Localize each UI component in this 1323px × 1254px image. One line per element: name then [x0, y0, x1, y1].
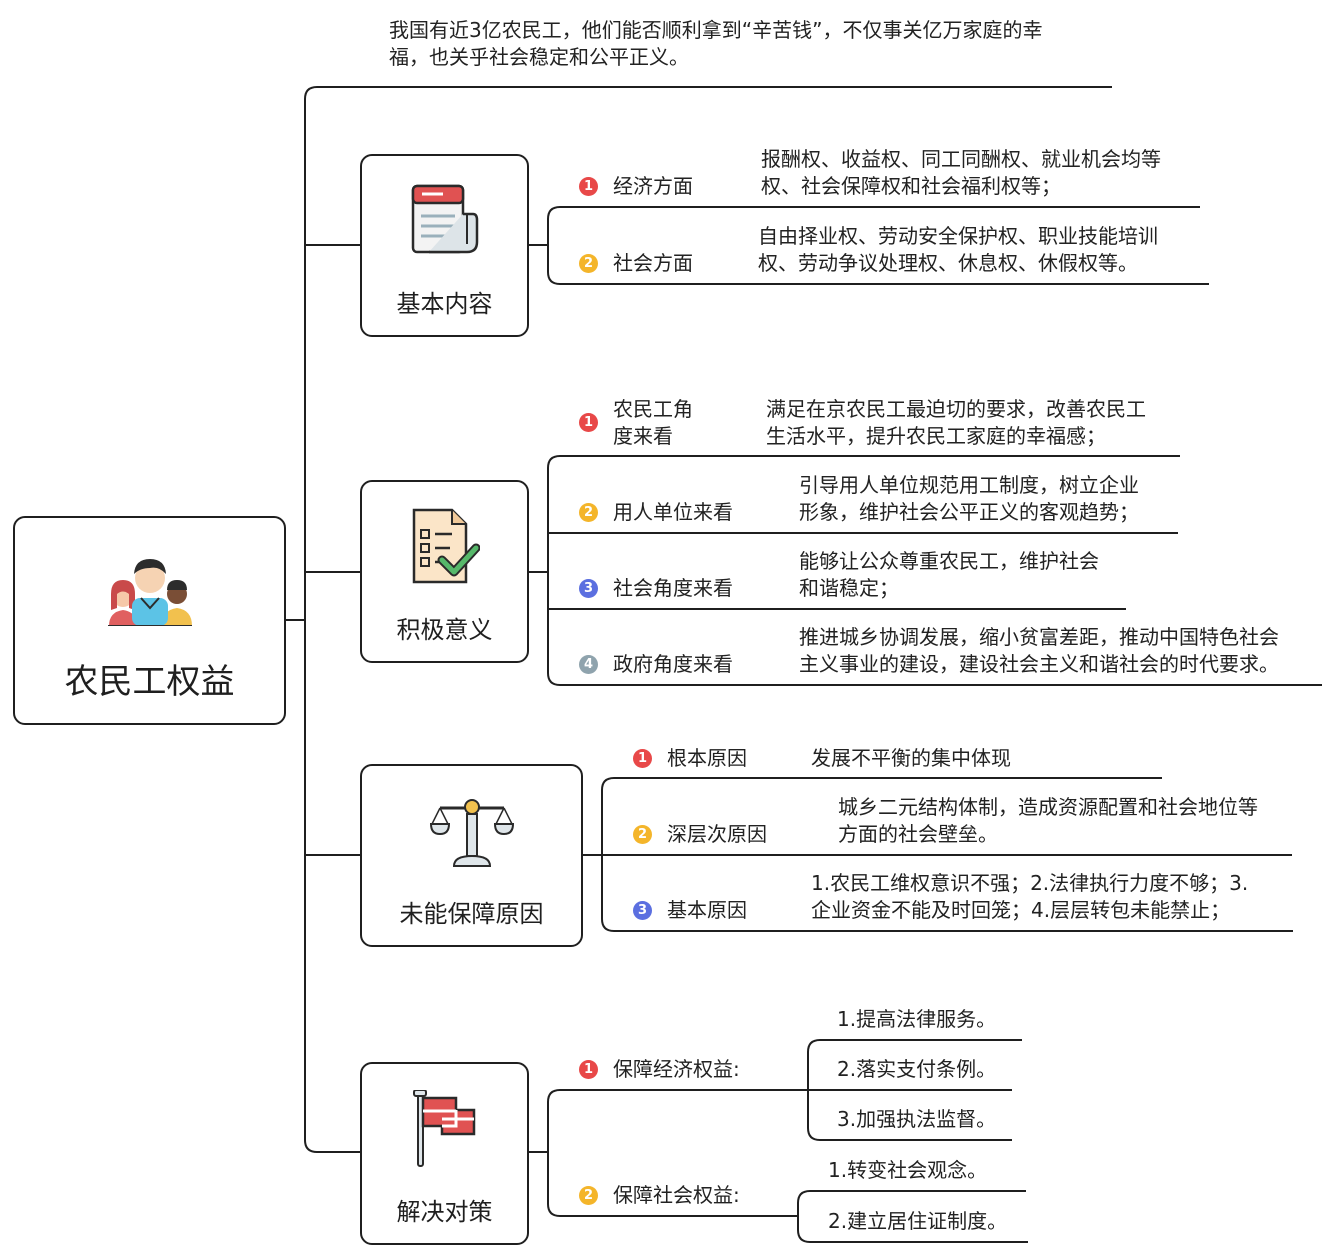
fundamental-reason-text: 发展不平衡的集中体现	[811, 746, 1011, 770]
deep-reason-text-1: 城乡二元结构体制，造成资源配置和社会地位等	[838, 795, 1258, 819]
branch-basic-content-label: 基本内容	[396, 290, 493, 318]
node-social[interactable]: 社会方面	[613, 250, 693, 277]
deep-reason-text-2: 方面的社会壁垒。	[838, 822, 998, 846]
economic-rights-sub-3[interactable]: 3.加强执法监督。	[837, 1106, 996, 1133]
economic-text-1: 报酬权、收益权、同工同酬权、就业机会均等	[761, 147, 1161, 171]
node-economic[interactable]: 经济方面	[613, 173, 693, 200]
worker-view-text-2: 生活水平，提升农民工家庭的幸福感；	[766, 424, 1106, 448]
intro-line-1: 我国有近3亿农民工，他们能否顺利拿到“辛苦钱”，不仅事关亿万家庭的幸	[389, 18, 1043, 42]
node-deep-reason[interactable]: 深层次原因	[667, 821, 767, 848]
node-employer-view[interactable]: 用人单位来看	[613, 499, 733, 526]
number-badge-2: 2	[579, 503, 598, 522]
branch-positive-significance-label: 积极意义	[396, 616, 493, 644]
number-badge-1: 1	[579, 413, 598, 432]
number-badge-1: 1	[579, 177, 598, 196]
number-badge-2: 2	[579, 1186, 598, 1205]
number-badge-1: 1	[633, 749, 652, 768]
social-text-1: 自由择业权、劳动安全保护权、职业技能培训	[758, 224, 1158, 248]
number-badge-2: 2	[633, 825, 652, 844]
number-badge-3: 3	[633, 901, 652, 920]
node-social-rights[interactable]: 保障社会权益:	[613, 1182, 740, 1209]
number-badge-4: 4	[579, 655, 598, 674]
node-fundamental-reason[interactable]: 根本原因	[667, 745, 747, 772]
root-node[interactable]: 农民工权益	[13, 516, 286, 725]
flag-icon	[412, 1090, 475, 1167]
society-view-text-2: 和谐稳定；	[799, 576, 899, 600]
root-label: 农民工权益	[64, 662, 235, 702]
economic-text-2: 权、社会保障权和社会福利权等；	[761, 174, 1061, 198]
social-rights-sub-2[interactable]: 2.建立居住证制度。	[828, 1208, 1007, 1235]
intro-line-2: 福，也关乎社会稳定和公平正义。	[389, 45, 689, 69]
basic-reason-text-1: 1.农民工维权意识不强；2.法律执行力度不够；3.	[811, 871, 1249, 895]
economic-rights-sub-1[interactable]: 1.提高法律服务。	[837, 1006, 996, 1033]
node-economic-rights[interactable]: 保障经济权益:	[613, 1056, 740, 1083]
branch-unprotected-reasons-label: 未能保障原因	[399, 900, 544, 928]
scales-icon	[429, 799, 514, 867]
worker-view-text-1: 满足在京农民工最迫切的要求，改善农民工	[766, 397, 1146, 421]
employer-view-text-1: 引导用人单位规范用工制度，树立企业	[799, 473, 1139, 497]
number-badge-1: 1	[579, 1060, 598, 1079]
calendar-icon	[411, 184, 478, 254]
branch-positive-significance[interactable]: 积极意义	[360, 480, 529, 663]
government-view-text-1: 推进城乡协调发展，缩小贫富差距，推动中国特色社会	[799, 625, 1279, 649]
node-worker-view-line-2[interactable]: 度来看	[613, 423, 673, 450]
node-society-view[interactable]: 社会角度来看	[613, 575, 733, 602]
economic-rights-sub-2[interactable]: 2.落实支付条例。	[837, 1056, 996, 1083]
employer-view-text-2: 形象，维护社会公平正义的客观趋势；	[799, 500, 1139, 524]
branch-basic-content[interactable]: 基本内容	[360, 154, 529, 337]
government-view-text-2: 主义事业的建设，建设社会主义和谐社会的时代要求。	[799, 652, 1279, 676]
number-badge-2: 2	[579, 254, 598, 273]
node-basic-reason[interactable]: 基本原因	[667, 897, 747, 924]
branch-solutions-label: 解决对策	[396, 1198, 493, 1226]
branch-unprotected-reasons[interactable]: 未能保障原因	[360, 764, 583, 947]
number-badge-3: 3	[579, 579, 598, 598]
basic-reason-text-2: 企业资金不能及时回笼；4.层层转包未能禁止；	[811, 898, 1231, 922]
people-icon	[107, 559, 192, 626]
checklist-icon	[412, 508, 480, 584]
node-government-view[interactable]: 政府角度来看	[613, 651, 733, 678]
branch-solutions[interactable]: 解决对策	[360, 1062, 529, 1245]
social-text-2: 权、劳动争议处理权、休息权、休假权等。	[758, 251, 1138, 275]
node-worker-view-line-1[interactable]: 农民工角	[613, 396, 693, 423]
social-rights-sub-1[interactable]: 1.转变社会观念。	[828, 1157, 987, 1184]
society-view-text-1: 能够让公众尊重农民工，维护社会	[799, 549, 1099, 573]
